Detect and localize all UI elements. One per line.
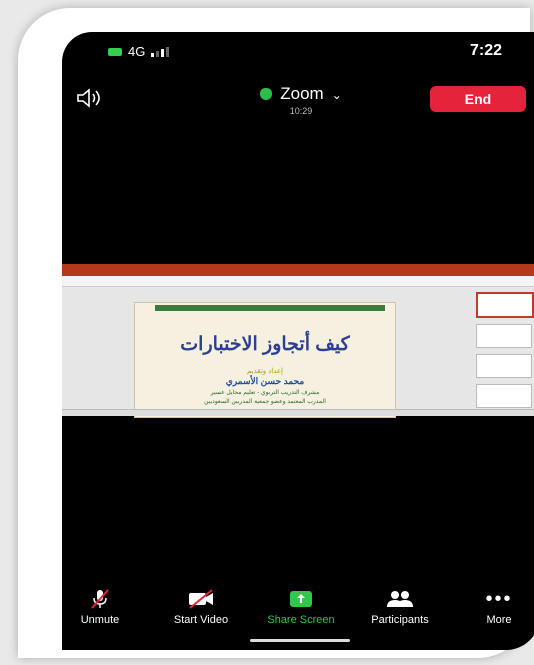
phone-screen: 4G 7:22 Zoom ⌄ 10:29 End كيف أتجاوز الاخت… [62,32,534,650]
slide-line-2: المدرب المعتمد وعضو جمعية المدربين السعو… [204,399,326,405]
more-button[interactable]: ••• More [474,588,524,638]
network-indicator: 4G [108,44,170,59]
participants-button[interactable]: Participants [358,588,442,638]
participants-icon [387,591,413,607]
status-bar: 4G 7:22 [62,32,534,76]
presentation-ribbon [62,264,534,276]
presentation-toolbar [62,276,534,287]
slide-thumbnail [476,324,532,348]
slide-thumbnail [476,292,534,318]
more-label: More [486,614,512,626]
end-button[interactable]: End [430,86,526,112]
share-screen-icon [290,591,312,607]
slide-header-bar [155,305,385,311]
unmute-label: Unmute [80,614,120,626]
participants-label: Participants [371,614,429,626]
shield-icon [260,88,273,100]
start-video-label: Start Video [173,614,229,626]
home-indicator[interactable] [250,639,350,642]
slide-thumbnails [472,292,534,414]
slide-line-1: مشرف التدريب التربوي - تعليم محايل عسير [210,390,320,396]
presentation-status-bar [62,409,534,416]
shared-screen: كيف أتجاوز الاختبارات إعداد وتقديم محمد … [62,264,534,418]
meeting-toolbar: Unmute Start Video Share Screen Particip… [62,588,534,638]
slide-thumbnail [476,384,532,408]
slide-presenter-name: محمد حسن الأسمري [225,376,305,386]
battery-icon [108,47,122,56]
start-video-button[interactable]: Start Video [158,588,244,638]
video-off-icon [189,589,213,609]
screenshot-frame: 4G 7:22 Zoom ⌄ 10:29 End كيف أتجاوز الاخت… [18,8,534,658]
current-slide: كيف أتجاوز الاختبارات إعداد وتقديم محمد … [134,302,396,418]
network-label: 4G [128,44,146,59]
mic-muted-icon [91,589,109,609]
share-screen-button[interactable]: Share Screen [254,588,348,638]
slide-title: كيف أتجاوز الاختبارات [180,334,350,355]
signal-icon [151,46,170,57]
chevron-down-icon: ⌄ [331,88,342,102]
slide-presenter-prefix: إعداد وتقديم [247,368,283,375]
more-icon: ••• [485,587,513,610]
meeting-header: Zoom ⌄ 10:29 End [62,82,534,122]
slide-thumbnail [476,354,532,378]
unmute-button[interactable]: Unmute [68,588,132,638]
share-screen-label: Share Screen [267,614,335,626]
app-name: Zoom [280,84,324,103]
clock: 7:22 [469,42,502,59]
